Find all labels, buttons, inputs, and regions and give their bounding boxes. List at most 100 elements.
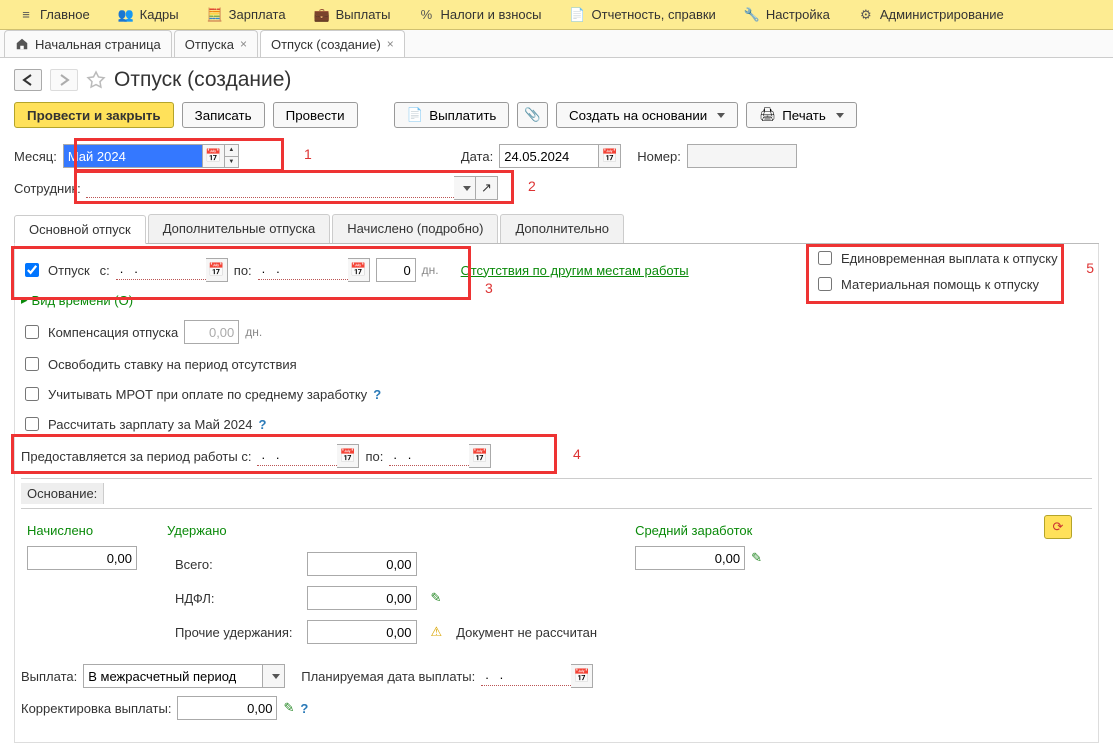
menu-hr[interactable]: 👥 Кадры — [104, 0, 193, 29]
open-icon[interactable]: ↗ — [476, 176, 498, 200]
other-absences-link[interactable]: Отсутствия по другим местам работы — [461, 263, 689, 278]
pencil-icon[interactable]: ✎ — [751, 550, 762, 566]
pencil-icon[interactable]: ✎ — [283, 700, 294, 716]
tab-additional-vacations[interactable]: Дополнительные отпуска — [148, 214, 331, 243]
recalculate-button[interactable]: ⟳ — [1044, 515, 1072, 539]
people-icon: 👥 — [118, 7, 134, 23]
close-icon[interactable]: × — [240, 37, 247, 51]
close-icon[interactable]: × — [387, 37, 394, 51]
payment-row: Выплата: Планируемая дата выплаты: 📅 — [21, 664, 1092, 688]
number-label: Номер: — [637, 149, 681, 164]
help-icon[interactable]: ? — [300, 701, 308, 716]
help-icon[interactable]: ? — [373, 387, 381, 402]
period-to-input[interactable] — [389, 444, 469, 466]
briefcase-icon: 💼 — [314, 7, 330, 23]
calculation-section: Начислено Удержано Всего: НДФЛ: ✎ — [21, 509, 1092, 664]
spin-up-icon[interactable]: ▲ — [225, 145, 238, 157]
ndfl-input[interactable] — [307, 586, 417, 610]
free-rate-checkbox[interactable] — [25, 357, 39, 371]
menu-label: Выплаты — [336, 7, 391, 22]
attach-button[interactable]: 📎 — [517, 102, 548, 128]
save-button[interactable]: Записать — [182, 102, 265, 128]
calendar-icon[interactable]: 📅 — [206, 258, 228, 282]
month-spinner[interactable]: ▲▼ — [225, 144, 239, 168]
title-row: Отпуск (создание) — [14, 68, 1099, 92]
mat-help-checkbox[interactable] — [818, 277, 832, 291]
days-input[interactable] — [376, 258, 416, 282]
correction-input[interactable] — [177, 696, 277, 720]
marker-2: 2 — [528, 178, 536, 194]
command-toolbar: Провести и закрыть Записать Провести 📄 В… — [14, 102, 1099, 128]
menu-reports[interactable]: 📄 Отчетность, справки — [556, 0, 730, 29]
date-input[interactable] — [499, 144, 599, 168]
calendar-icon[interactable]: 📅 — [469, 444, 491, 468]
marker-5: 5 — [1086, 260, 1094, 276]
withheld-header: Удержано — [167, 523, 605, 538]
compensation-input — [184, 320, 239, 344]
menu-main[interactable]: ≡ Главное — [4, 0, 104, 29]
create-based-button[interactable]: Создать на основании — [556, 102, 738, 128]
tab-accrued-detailed[interactable]: Начислено (подробно) — [332, 214, 498, 243]
other-deductions-input[interactable] — [307, 620, 417, 644]
payment-select[interactable] — [83, 664, 263, 688]
spin-down-icon[interactable]: ▼ — [225, 157, 238, 168]
accrued-input[interactable] — [27, 546, 137, 570]
main-vacation-panel: Отпуск с: 📅 по: 📅 дн. Отсутствия по друг… — [14, 244, 1099, 743]
back-button[interactable] — [14, 69, 42, 91]
time-type-label: Вид времени (О) — [32, 293, 134, 308]
basis-label: Основание: — [21, 483, 104, 504]
refresh-icon: ⟳ — [1053, 519, 1064, 535]
vacation-checkbox[interactable] — [25, 263, 39, 277]
menu-salary[interactable]: 🧮 Зарплата — [193, 0, 300, 29]
pencil-icon[interactable]: ✎ — [431, 590, 442, 605]
month-input[interactable] — [63, 144, 203, 168]
forward-button[interactable] — [50, 69, 78, 91]
date-to-input[interactable] — [258, 258, 348, 280]
calendar-icon[interactable]: 📅 — [348, 258, 370, 282]
period-from-input[interactable] — [257, 444, 337, 466]
favorite-icon[interactable] — [86, 70, 106, 90]
calendar-icon[interactable]: 📅 — [203, 144, 225, 168]
dropdown-icon[interactable] — [263, 664, 285, 688]
printer-icon: 🖨 — [759, 107, 776, 123]
calendar-icon[interactable]: 📅 — [599, 144, 621, 168]
tab-extra[interactable]: Дополнительно — [500, 214, 624, 243]
help-icon[interactable]: ? — [258, 417, 266, 432]
compensation-checkbox[interactable] — [25, 325, 39, 339]
post-and-close-button[interactable]: Провести и закрыть — [14, 102, 174, 128]
calc-salary-label: Рассчитать зарплату за Май 2024 — [48, 417, 252, 432]
tab-main-vacation[interactable]: Основной отпуск — [14, 215, 146, 244]
avg-input[interactable] — [635, 546, 745, 570]
date-from-input[interactable] — [116, 258, 206, 280]
post-button[interactable]: Провести — [273, 102, 358, 128]
menu-admin[interactable]: ⚙ Администрирование — [844, 0, 1018, 29]
print-button[interactable]: 🖨 Печать — [746, 102, 857, 128]
other-deductions-label: Прочие удержания: — [169, 616, 299, 648]
menu-settings[interactable]: 🔧 Настройка — [730, 0, 844, 29]
menu-payments[interactable]: 💼 Выплаты — [300, 0, 405, 29]
coins-icon: 📄 — [407, 107, 424, 123]
menu-taxes[interactable]: % Налоги и взносы — [404, 0, 555, 29]
menu-label: Зарплата — [229, 7, 286, 22]
time-type-expander[interactable]: ▸ Вид времени (О) — [21, 292, 1092, 308]
tab-vacation-create[interactable]: Отпуск (создание) × — [260, 30, 405, 57]
calendar-icon[interactable]: 📅 — [571, 664, 593, 688]
calendar-icon[interactable]: 📅 — [337, 444, 359, 468]
mrot-row: Учитывать МРОТ при оплате по среднему за… — [21, 384, 1092, 404]
calc-salary-checkbox[interactable] — [25, 417, 39, 431]
tab-home[interactable]: Начальная страница — [4, 30, 172, 57]
tab-vacations-list[interactable]: Отпуска × — [174, 30, 258, 57]
total-input[interactable] — [307, 552, 417, 576]
basis-input[interactable] — [104, 484, 1092, 504]
dropdown-icon[interactable] — [454, 176, 476, 200]
window-tabs: Начальная страница Отпуска × Отпуск (соз… — [0, 30, 1113, 58]
pay-button[interactable]: 📄 Выплатить — [394, 102, 510, 128]
lump-sum-checkbox[interactable] — [818, 251, 832, 265]
employee-input[interactable] — [86, 176, 454, 198]
mrot-checkbox[interactable] — [25, 387, 39, 401]
planned-date-input[interactable] — [481, 664, 571, 686]
compensation-row: Компенсация отпуска дн. — [21, 320, 1092, 344]
paperclip-icon: 📎 — [524, 107, 541, 123]
compensation-label: Компенсация отпуска — [48, 325, 178, 340]
to-label: по: — [234, 263, 252, 278]
